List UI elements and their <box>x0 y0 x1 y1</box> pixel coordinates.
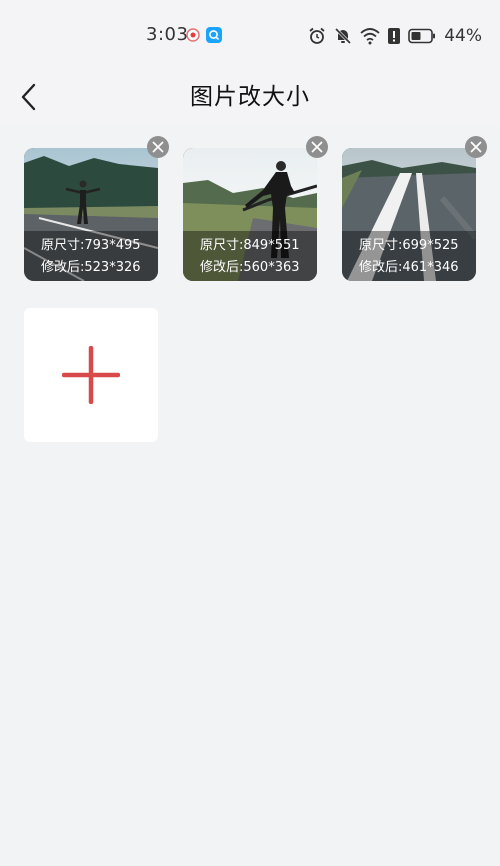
new-size-label: 修改后:560*363 <box>200 260 300 275</box>
size-overlay: 原尺寸:849*551 修改后:560*363 <box>183 231 317 281</box>
original-size-label: 原尺寸:699*525 <box>359 238 459 253</box>
status-time: 3:03 <box>146 24 189 45</box>
remove-image-button[interactable] <box>306 136 328 158</box>
size-overlay: 原尺寸:699*525 修改后:461*346 <box>342 231 476 281</box>
alert-icon <box>388 28 401 44</box>
original-size-label: 原尺寸:849*551 <box>200 238 300 253</box>
battery-icon <box>408 28 436 44</box>
new-size-label: 修改后:461*346 <box>359 260 459 275</box>
wifi-icon <box>360 28 380 45</box>
mute-icon <box>335 27 352 45</box>
alarm-icon <box>309 27 325 44</box>
app-header: 图片改大小 <box>0 72 500 124</box>
close-icon <box>152 141 164 153</box>
add-image-button[interactable] <box>24 308 158 442</box>
search-app-icon <box>206 27 222 43</box>
image-card[interactable]: 原尺寸:699*525 修改后:461*346 <box>342 148 476 281</box>
close-icon <box>311 141 323 153</box>
plus-icon <box>62 346 120 404</box>
remove-image-button[interactable] <box>147 136 169 158</box>
original-size-label: 原尺寸:793*495 <box>41 238 141 253</box>
battery-percent: 44% <box>444 26 482 46</box>
page-title: 图片改大小 <box>190 84 310 110</box>
close-icon <box>470 141 482 153</box>
size-overlay: 原尺寸:793*495 修改后:523*326 <box>24 231 158 281</box>
remove-image-button[interactable] <box>465 136 487 158</box>
image-card[interactable]: 原尺寸:793*495 修改后:523*326 <box>24 148 158 281</box>
image-card[interactable]: 原尺寸:849*551 修改后:560*363 <box>183 148 317 281</box>
record-icon <box>186 28 200 42</box>
status-bar: 3:03 44% <box>0 0 500 72</box>
new-size-label: 修改后:523*326 <box>41 260 141 275</box>
